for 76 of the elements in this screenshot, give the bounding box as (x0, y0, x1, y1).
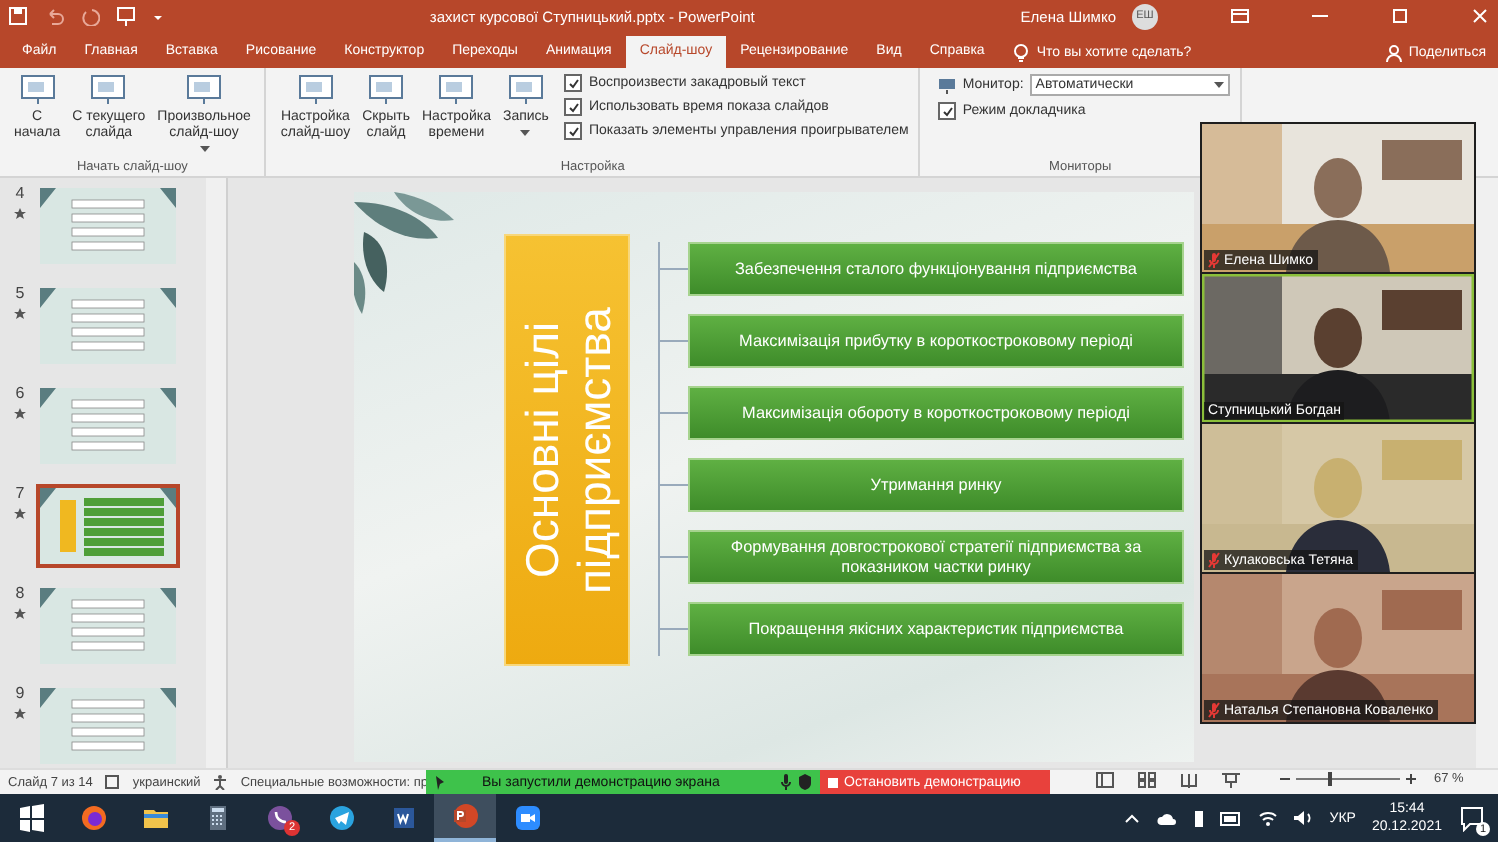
goal-box: Максимізація прибутку в короткостроковому періоді (688, 314, 1184, 369)
checkmark-icon (941, 105, 954, 118)
checkbox[interactable] (564, 98, 583, 117)
goal-box: Максимізація обороту в короткостроковому періоді (688, 386, 1184, 441)
slide-thumbnail[interactable] (36, 184, 180, 269)
app-icon (141, 804, 169, 832)
volume-icon[interactable] (1293, 810, 1314, 826)
app-icon (79, 804, 107, 832)
scrollbar[interactable] (206, 178, 228, 769)
goal-box: Утримання ринку (688, 458, 1184, 513)
normal-view-icon[interactable] (1096, 772, 1114, 789)
dropdown-caret-icon (199, 146, 209, 153)
battery-icon[interactable] (1219, 811, 1242, 825)
app-icon (513, 804, 541, 832)
cloud-icon[interactable] (1155, 811, 1178, 825)
undo-icon[interactable] (44, 6, 64, 27)
slide-number: 6 (15, 384, 25, 403)
sorter-view-icon[interactable] (1138, 772, 1156, 789)
star-icon (14, 508, 26, 521)
slide-title: Основні цілі підприємства (515, 304, 619, 597)
zoom-out-icon[interactable] (1280, 774, 1290, 785)
slide-screen-icon (297, 74, 334, 107)
microphone-icon[interactable] (780, 774, 792, 791)
lightbulb-icon[interactable] (1014, 43, 1029, 62)
slide-thumbnail[interactable] (36, 484, 180, 569)
star-icon (14, 708, 26, 721)
wifi-icon[interactable] (1257, 810, 1278, 826)
checkbox[interactable] (938, 102, 957, 121)
app-icon (389, 804, 417, 832)
slide-number: 4 (15, 184, 25, 203)
checkbox[interactable] (564, 74, 583, 93)
slide-screen-icon (507, 74, 544, 107)
slide-thumbnail[interactable] (36, 284, 180, 369)
close-icon[interactable] (1470, 6, 1490, 27)
dropdown-caret-icon (520, 130, 531, 137)
slide-thumbnail[interactable] (36, 584, 180, 669)
goal-box: Формування довгострокової стратегії підприємства за показником частки ринку (688, 530, 1184, 585)
star-icon (14, 608, 26, 621)
slide-thumbnail[interactable] (36, 684, 180, 769)
chevron-up-icon[interactable] (1123, 812, 1140, 824)
slide-number: 9 (15, 684, 25, 703)
slide-screen-icon (186, 74, 222, 107)
slide-number: 5 (15, 284, 25, 303)
slide-screen-icon (438, 74, 475, 107)
accessibility-icon[interactable] (212, 774, 229, 791)
scrollbar[interactable] (1476, 178, 1498, 769)
zoom-in-icon[interactable] (1406, 774, 1416, 785)
dropdown-caret-icon (1213, 82, 1224, 89)
slide-number: 8 (15, 584, 25, 603)
monitor-icon (938, 77, 957, 94)
app-icon (327, 804, 355, 832)
slide-screen-icon (19, 74, 56, 107)
ribbon-display-icon[interactable] (1230, 6, 1250, 27)
app-icon (451, 802, 479, 830)
slide-thumbnail[interactable] (36, 384, 180, 469)
goal-box: Покращення якісних характеристик підприємства (688, 602, 1184, 657)
windows-logo-icon (17, 804, 45, 832)
shield-icon (798, 774, 812, 791)
notes-icon[interactable] (104, 774, 121, 791)
app-icon (265, 804, 293, 832)
maximize-icon[interactable] (1390, 6, 1410, 27)
slide-screen-icon (90, 74, 127, 107)
star-icon (14, 408, 26, 421)
present-icon[interactable] (116, 6, 136, 27)
stop-icon (828, 777, 838, 788)
slide-number: 7 (15, 484, 25, 503)
reading-view-icon[interactable] (1180, 772, 1198, 789)
goal-box: Забезпечення сталого функціонування підприємства (688, 242, 1184, 297)
checkbox[interactable] (564, 122, 583, 141)
star-icon (14, 208, 26, 221)
save-icon[interactable] (8, 6, 28, 27)
slide-screen-icon (368, 74, 405, 107)
person-icon (1386, 43, 1403, 62)
notifications-icon[interactable] (1458, 804, 1486, 832)
slideshow-icon[interactable] (1222, 772, 1240, 789)
star-icon (14, 308, 26, 321)
